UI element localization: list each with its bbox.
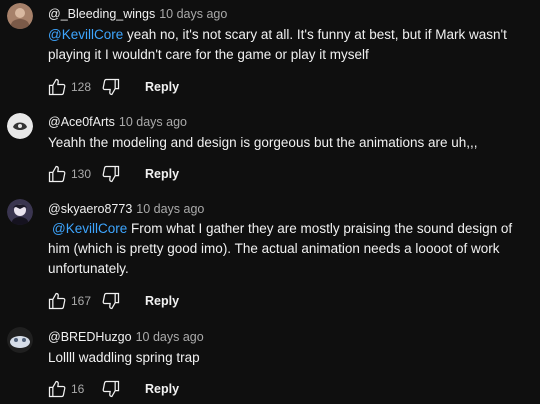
comment-actions: 128 Reply xyxy=(47,76,179,98)
comment-header: @Ace0fArts 10 days ago xyxy=(48,115,187,129)
thumbs-down-icon[interactable] xyxy=(101,164,121,184)
reply-button[interactable]: Reply xyxy=(145,382,179,396)
comment-header: @_Bleeding_wings 10 days ago xyxy=(48,7,227,21)
thumbs-up-icon[interactable] xyxy=(47,77,67,97)
reply-button[interactable]: Reply xyxy=(145,294,179,308)
avatar[interactable] xyxy=(7,3,33,29)
comment-text: Yeahh the modeling and design is gorgeou… xyxy=(48,133,536,153)
comment-actions: 130 Reply xyxy=(47,163,179,185)
like-count: 167 xyxy=(71,294,92,308)
comment-timestamp[interactable]: 10 days ago xyxy=(159,7,227,21)
thumbs-down-icon[interactable] xyxy=(101,379,121,399)
comment-text: @KevillCore From what I gather they are … xyxy=(48,219,536,279)
comment-timestamp[interactable]: 10 days ago xyxy=(119,115,187,129)
thumbs-up-icon[interactable] xyxy=(47,164,67,184)
avatar[interactable] xyxy=(7,113,33,139)
avatar[interactable] xyxy=(7,327,33,353)
comment-actions: 167 Reply xyxy=(47,290,179,312)
mention-link[interactable]: @KevillCore xyxy=(48,27,123,42)
author-name[interactable]: @_Bleeding_wings xyxy=(48,7,155,21)
comment-text: Lollll waddling spring trap xyxy=(48,348,536,368)
comment-timestamp[interactable]: 10 days ago xyxy=(136,202,204,216)
comment-text-content: Lollll waddling spring trap xyxy=(48,350,200,365)
author-name[interactable]: @BREDHuzgo xyxy=(48,330,132,344)
thumbs-down-icon[interactable] xyxy=(101,291,121,311)
author-name[interactable]: @skyaero8773 xyxy=(48,202,132,216)
like-count: 128 xyxy=(71,80,92,94)
thumbs-down-icon[interactable] xyxy=(101,77,121,97)
like-count: 130 xyxy=(71,167,92,181)
mention-link[interactable]: @KevillCore xyxy=(52,221,127,236)
comment-actions: 16 Reply xyxy=(47,378,179,400)
comment-text-content: Yeahh the modeling and design is gorgeou… xyxy=(48,135,478,150)
like-count: 16 xyxy=(71,382,85,396)
comment-text: @KevillCore yeah no, it's not scary at a… xyxy=(48,25,536,65)
comment-timestamp[interactable]: 10 days ago xyxy=(136,330,204,344)
author-name[interactable]: @Ace0fArts xyxy=(48,115,115,129)
comment-header: @skyaero8773 10 days ago xyxy=(48,202,204,216)
reply-button[interactable]: Reply xyxy=(145,167,179,181)
thumbs-up-icon[interactable] xyxy=(47,291,67,311)
thumbs-up-icon[interactable] xyxy=(47,379,67,399)
avatar[interactable] xyxy=(7,199,33,225)
comment-header: @BREDHuzgo 10 days ago xyxy=(48,330,204,344)
reply-button[interactable]: Reply xyxy=(145,80,179,94)
